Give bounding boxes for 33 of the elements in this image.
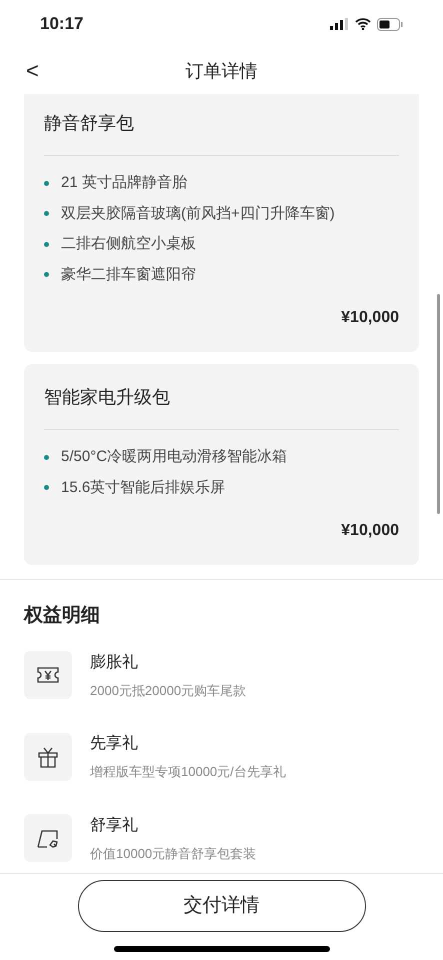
package-price: ¥10,000 <box>341 521 399 541</box>
delivery-details-button[interactable]: 交付详情 <box>78 880 366 932</box>
benefit-description: 2000元抵20000元购车尾款 <box>90 682 246 700</box>
feature-text: 双层夹胶隔音玻璃(前风挡+四门升降车窗) <box>61 204 335 224</box>
feature-text: 21 英寸品牌静音胎 <box>61 173 187 193</box>
bullet-icon <box>44 454 49 460</box>
signal-icon <box>330 18 349 30</box>
benefit-description: 增程版车型专项10000元/台先享礼 <box>90 763 286 781</box>
benefit-name: 舒享礼 <box>90 816 139 836</box>
bullet-icon <box>44 242 49 247</box>
package-title: 静音舒享包 <box>44 110 399 156</box>
package-price: ¥10,000 <box>341 308 399 328</box>
section-title: 权益明细 <box>24 604 101 628</box>
feature-text: 豪华二排车窗遮阳帘 <box>61 264 196 284</box>
bullet-icon <box>44 272 49 278</box>
benefit-description: 价值10000元静音舒享包套装 <box>90 844 256 862</box>
feature-text: 15.6英寸智能后排娱乐屏 <box>61 478 226 498</box>
bullet-icon <box>44 180 49 186</box>
gift-icon <box>37 746 59 768</box>
voucher-icon <box>37 667 59 684</box>
feature-text: 5/50°C冷暖两用电动滑移智能冰箱 <box>61 447 288 467</box>
page-title: 订单详情 <box>186 60 258 82</box>
bullet-icon <box>44 211 49 216</box>
benefit-name: 膨胀礼 <box>90 652 139 672</box>
benefit-name: 先享礼 <box>90 734 139 754</box>
back-button[interactable]: < <box>26 60 39 82</box>
package-title: 智能家电升级包 <box>44 384 399 430</box>
bullet-icon <box>44 485 49 490</box>
status-time: 10:17 <box>40 13 84 36</box>
car-window-icon <box>37 828 59 848</box>
battery-icon <box>377 18 403 30</box>
feature-text: 二排右侧航空小桌板 <box>61 234 196 254</box>
wifi-icon <box>355 18 371 30</box>
